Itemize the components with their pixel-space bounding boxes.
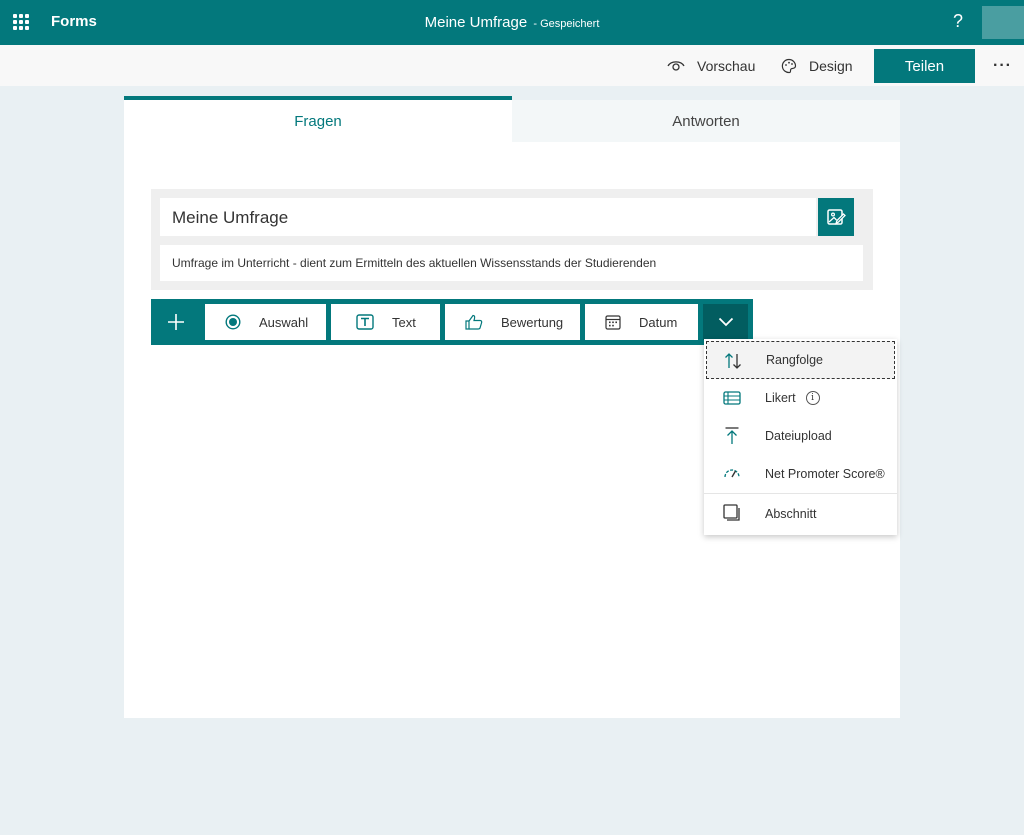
preview-button[interactable]: Vorschau (667, 45, 755, 86)
section-label: Abschnitt (765, 506, 817, 521)
text-question-button[interactable]: Text (331, 304, 440, 340)
document-title: Meine Umfrage - Gespeichert (0, 14, 1024, 31)
plus-icon (168, 314, 184, 330)
radio-icon (225, 314, 241, 330)
document-title-text: Meine Umfrage (424, 14, 528, 31)
file-upload-label: Dateiupload (765, 429, 832, 443)
thumbs-up-icon (465, 314, 483, 330)
add-question-button[interactable] (151, 299, 201, 345)
avatar[interactable] (982, 6, 1024, 39)
menu-item-likert[interactable]: Likert i (704, 379, 897, 417)
likert-label: Likert (765, 391, 796, 405)
calendar-icon (605, 315, 621, 330)
top-bar: Forms Meine Umfrage - Gespeichert ? (0, 0, 1024, 45)
design-label: Design (809, 57, 853, 74)
question-type-bar: Auswahl Text Bewertung Datum (151, 299, 753, 345)
tab-responses[interactable]: Antworten (512, 100, 900, 142)
text-icon (356, 314, 374, 330)
date-question-button[interactable]: Datum (585, 304, 698, 340)
ranking-label: Rangfolge (766, 353, 823, 367)
design-button[interactable]: Design (781, 45, 853, 86)
date-label: Datum (639, 314, 678, 330)
help-icon[interactable]: ? (950, 11, 966, 32)
rating-question-button[interactable]: Bewertung (445, 304, 580, 340)
likert-icon (722, 389, 742, 407)
info-icon[interactable]: i (805, 391, 820, 405)
chevron-down-icon (718, 317, 733, 327)
command-bar: Vorschau Design Teilen ··· (0, 45, 1024, 86)
net-promoter-score-label: Net Promoter Score® (765, 467, 885, 481)
form-description-field[interactable]: Umfrage im Unterricht - dient zum Ermitt… (160, 245, 863, 281)
menu-item-section[interactable]: Abschnitt (704, 493, 897, 533)
more-question-types-button[interactable] (703, 304, 748, 340)
form-title-field[interactable]: Meine Umfrage (160, 198, 816, 236)
text-label: Text (392, 314, 416, 330)
share-button[interactable]: Teilen (874, 49, 975, 83)
eye-icon (667, 60, 685, 71)
ranking-icon (723, 352, 743, 370)
form-header: Meine Umfrage Umfrage im Unterricht - di… (151, 189, 873, 290)
palette-icon (781, 58, 797, 73)
choice-label: Auswahl (259, 314, 309, 330)
insert-image-button[interactable] (818, 198, 854, 236)
section-icon (722, 504, 742, 522)
choice-question-button[interactable]: Auswahl (205, 304, 326, 340)
tab-questions[interactable]: Fragen (124, 96, 512, 142)
upload-icon (722, 427, 742, 445)
preview-label: Vorschau (697, 57, 756, 74)
rating-label: Bewertung (501, 314, 564, 330)
menu-item-file-upload[interactable]: Dateiupload (704, 417, 897, 455)
menu-item-ranking[interactable]: Rangfolge (706, 341, 895, 379)
gauge-icon (722, 465, 742, 483)
likert-label-group: Likert i (765, 391, 820, 405)
more-options-icon[interactable]: ··· (993, 57, 1012, 75)
menu-item-net-promoter-score[interactable]: Net Promoter Score® (704, 455, 897, 493)
image-edit-icon (827, 209, 846, 225)
question-types-menu: Rangfolge Likert i Dateiupload Net Promo… (704, 339, 897, 535)
save-status: - Gespeichert (533, 18, 600, 30)
